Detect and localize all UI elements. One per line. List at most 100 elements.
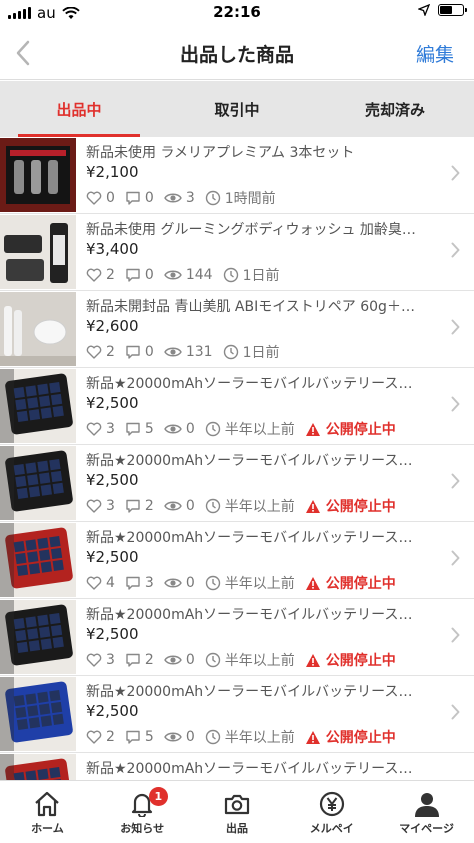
item-thumbnail xyxy=(0,369,76,443)
heart-icon xyxy=(86,268,102,282)
chevron-right xyxy=(451,550,460,570)
listed-time: 1時間前 xyxy=(205,188,276,208)
item-price: ¥2,600 xyxy=(86,317,139,335)
eye-icon xyxy=(164,270,182,280)
clock-icon xyxy=(205,652,220,668)
chevron-right-icon xyxy=(451,627,460,643)
item-title: 新品★20000mAhソーラーモバイルバッテリース… xyxy=(86,761,413,777)
chevron-right xyxy=(451,473,460,493)
item-meta: 4 3 0 半年以上前 公開停止中 xyxy=(86,573,396,593)
listed-time: 1日前 xyxy=(223,265,280,285)
tab-sold[interactable]: 売却済み xyxy=(316,81,474,137)
tabbar-mypage[interactable]: マイページ xyxy=(379,781,474,843)
listed-time: 半年以上前 xyxy=(205,419,295,439)
clock-icon xyxy=(205,498,220,514)
clock-icon xyxy=(223,344,238,360)
item-meta: 2 0 131 1日前 xyxy=(86,342,290,362)
comment-icon xyxy=(126,345,140,359)
item-price: ¥2,500 xyxy=(86,394,139,412)
tabbar-sell[interactable]: 出品 xyxy=(190,781,285,843)
suspended-status: 公開停止中 xyxy=(305,650,396,670)
heart-icon xyxy=(86,191,102,205)
item-price: ¥2,500 xyxy=(86,625,139,643)
likes-count: 4 xyxy=(86,575,115,591)
tabbar-home-label: ホーム xyxy=(31,822,64,835)
tabbar-notifications[interactable]: お知らせ 1 xyxy=(95,781,190,843)
list-item[interactable]: 新品★20000mAhソーラーモバイルバッテリース… ¥2,500 4 3 0 半年以上前… xyxy=(0,522,474,599)
edit-button[interactable]: 編集 xyxy=(416,40,454,67)
list-item[interactable]: 新品★20000mAhソーラーモバイルバッテリース… ¥2,500 2 5 0 半年以上前… xyxy=(0,676,474,753)
list-item[interactable]: 新品★20000mAhソーラーモバイルバッテリース… ¥2,500 3 2 0 半年以上前… xyxy=(0,599,474,676)
list-item[interactable]: 新品★20000mAhソーラーモバイルバッテリース… ¥2,500 3 2 0 半年以上前… xyxy=(0,445,474,522)
item-title: 新品★20000mAhソーラーモバイルバッテリース… xyxy=(86,530,413,546)
tabbar-merpay-label: メルペイ xyxy=(309,822,354,835)
item-meta: 3 2 0 半年以上前 公開停止中 xyxy=(86,650,396,670)
warning-icon xyxy=(305,576,320,590)
nav-bar: 出品した商品 編集 xyxy=(0,26,474,80)
status-bar: au 22:16 xyxy=(0,0,474,26)
tabbar-home[interactable]: ホーム xyxy=(0,781,95,843)
views-count: 144 xyxy=(164,267,213,283)
camera-icon xyxy=(224,794,250,815)
comments-count: 0 xyxy=(125,267,154,283)
item-thumbnail xyxy=(0,292,76,366)
item-title: 新品★20000mAhソーラーモバイルバッテリース… xyxy=(86,684,413,700)
item-title: 新品未開封品 青山美肌 ABIモイストリペア 60g＋… xyxy=(86,299,415,315)
heart-icon xyxy=(86,730,102,744)
chevron-right-icon xyxy=(451,550,460,566)
clock-icon xyxy=(205,421,220,437)
warning-icon xyxy=(305,499,320,513)
comment-icon xyxy=(126,576,140,590)
status-right xyxy=(418,4,467,16)
views-count: 131 xyxy=(164,344,213,360)
tabbar-merpay[interactable]: メルペイ xyxy=(284,781,379,843)
heart-icon xyxy=(86,576,102,590)
item-meta: 3 5 0 半年以上前 公開停止中 xyxy=(86,419,396,439)
item-title: 新品★20000mAhソーラーモバイルバッテリース… xyxy=(86,453,413,469)
item-meta: 2 0 144 1日前 xyxy=(86,265,290,285)
item-meta: 2 5 0 半年以上前 公開停止中 xyxy=(86,727,396,747)
comments-count: 5 xyxy=(125,729,154,745)
tabbar-mypage-label: マイページ xyxy=(399,822,454,835)
comment-icon xyxy=(126,422,140,436)
list-item[interactable]: 新品未使用 ラメリアプレミアム 3本セット ¥2,100 0 0 3 1時間前 xyxy=(0,137,474,214)
item-title: 新品未使用 グルーミングボディウォッシュ 加齢臭… xyxy=(86,222,416,238)
location-arrow-icon xyxy=(418,4,430,16)
eye-icon xyxy=(164,424,182,434)
warning-icon xyxy=(305,422,320,436)
comment-icon xyxy=(126,730,140,744)
likes-count: 0 xyxy=(86,190,115,206)
views-count: 0 xyxy=(164,421,195,437)
item-thumbnail xyxy=(0,754,76,780)
item-thumbnail xyxy=(0,215,76,289)
comments-count: 2 xyxy=(125,498,154,514)
views-count: 0 xyxy=(164,729,195,745)
eye-icon xyxy=(164,193,182,203)
chevron-right-icon xyxy=(451,242,460,258)
heart-icon xyxy=(86,499,102,513)
list-item[interactable]: 新品未使用 グルーミングボディウォッシュ 加齢臭… ¥3,400 2 0 144 1日前 xyxy=(0,214,474,291)
yen-icon xyxy=(319,791,344,817)
clock-icon xyxy=(205,190,220,206)
comment-icon xyxy=(126,268,140,282)
listed-time: 1日前 xyxy=(223,342,280,362)
item-thumbnail xyxy=(0,523,76,597)
suspended-status: 公開停止中 xyxy=(305,419,396,439)
heart-icon xyxy=(86,653,102,667)
likes-count: 2 xyxy=(86,729,115,745)
comments-count: 5 xyxy=(125,421,154,437)
listed-time: 半年以上前 xyxy=(205,496,295,516)
item-meta: 3 2 0 半年以上前 公開停止中 xyxy=(86,496,396,516)
tab-listing[interactable]: 出品中 xyxy=(0,81,158,137)
list-item[interactable]: 新品★20000mAhソーラーモバイルバッテリース…¥2,500 xyxy=(0,753,474,780)
likes-count: 3 xyxy=(86,498,115,514)
list-item[interactable]: 新品★20000mAhソーラーモバイルバッテリース… ¥2,500 3 5 0 半年以上前… xyxy=(0,368,474,445)
home-icon xyxy=(35,791,60,817)
tab-trading[interactable]: 取引中 xyxy=(158,81,316,137)
list-item[interactable]: 新品未開封品 青山美肌 ABIモイストリペア 60g＋… ¥2,600 2 0 131 1… xyxy=(0,291,474,368)
heart-icon xyxy=(86,345,102,359)
tabbar-notifications-label: お知らせ xyxy=(120,822,165,835)
comments-count: 2 xyxy=(125,652,154,668)
tabbar-sell-label: 出品 xyxy=(225,822,248,835)
chevron-right-icon xyxy=(451,319,460,335)
